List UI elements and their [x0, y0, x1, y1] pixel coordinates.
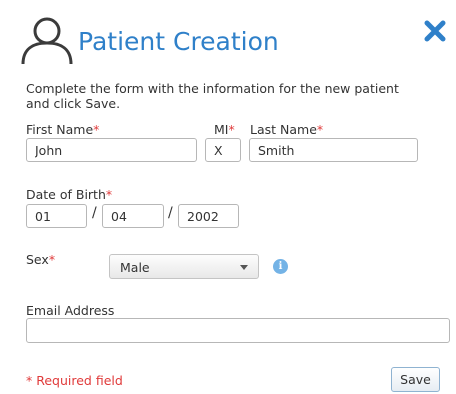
first-name-input[interactable] [26, 138, 197, 162]
page-title: Patient Creation [78, 27, 279, 56]
middle-initial-input[interactable] [205, 138, 241, 162]
sex-select[interactable]: Male [109, 254, 259, 279]
email-label: Email Address [26, 303, 115, 318]
form-instructions: Complete the form with the information f… [26, 81, 399, 111]
date-separator: / [168, 205, 173, 221]
dob-month-input[interactable] [26, 204, 87, 228]
dob-label: Date of Birth* [26, 187, 113, 202]
required-mark: * [105, 187, 113, 202]
close-icon[interactable] [422, 18, 448, 44]
middle-initial-label: MI* [214, 122, 235, 137]
sex-selected-value: Male [120, 260, 150, 275]
required-mark: * [316, 122, 324, 137]
last-name-label: Last Name* [250, 122, 324, 137]
person-icon [21, 17, 73, 65]
email-field[interactable] [26, 318, 450, 343]
sex-label: Sex* [26, 252, 56, 267]
dob-day-input[interactable] [102, 204, 164, 228]
required-field-note: * Required field [26, 373, 123, 388]
first-name-label: First Name* [26, 122, 100, 137]
required-mark: * [48, 252, 56, 267]
required-mark: * [228, 122, 235, 137]
dob-year-input[interactable] [178, 204, 239, 228]
chevron-down-icon [240, 265, 248, 270]
date-separator: / [92, 205, 97, 221]
save-button[interactable]: Save [391, 367, 440, 392]
info-icon[interactable]: i [273, 259, 288, 274]
last-name-input[interactable] [249, 138, 418, 162]
required-mark: * [93, 122, 100, 137]
